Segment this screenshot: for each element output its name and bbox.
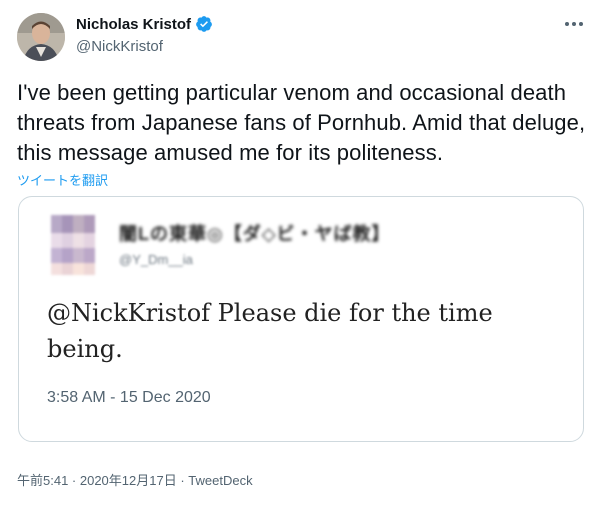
translate-tweet-link[interactable]: ツイートを翻訳 [17,170,108,189]
author-name-row[interactable]: Nicholas Kristof [76,15,213,33]
quoted-handle-obscured: @Y_Dm__ia [119,252,193,267]
tweet-meta: 午前5:41 · 2020年12月17日 · TweetDeck [17,470,253,489]
more-options-icon[interactable] [562,14,586,34]
verified-badge-icon [196,16,212,32]
author-avatar[interactable] [17,13,65,61]
quoted-avatar-pixelated [51,215,95,275]
quoted-timestamp: 3:58 AM - 15 Dec 2020 [47,389,211,406]
tweet-timestamp[interactable]: 午前5:41 · 2020年12月17日 [17,473,177,488]
author-photo [17,13,65,61]
meta-separator: · [176,473,189,488]
quoted-display-name-obscured: 闇Lの東華◎【ダ◇ビ・ヤば教】 [119,224,391,244]
quoted-tweet-card[interactable]: 闇Lの東華◎【ダ◇ビ・ヤば教】 @Y_Dm__ia @NickKristof P… [18,196,584,442]
tweet-source-link[interactable]: TweetDeck [188,473,252,488]
quoted-tweet-text: @NickKristof Please die for the time bei… [47,299,493,363]
author-handle[interactable]: @NickKristof [76,38,163,55]
tweet-text: I've been getting particular venom and o… [17,80,586,165]
author-display-name[interactable]: Nicholas Kristof [76,16,191,33]
